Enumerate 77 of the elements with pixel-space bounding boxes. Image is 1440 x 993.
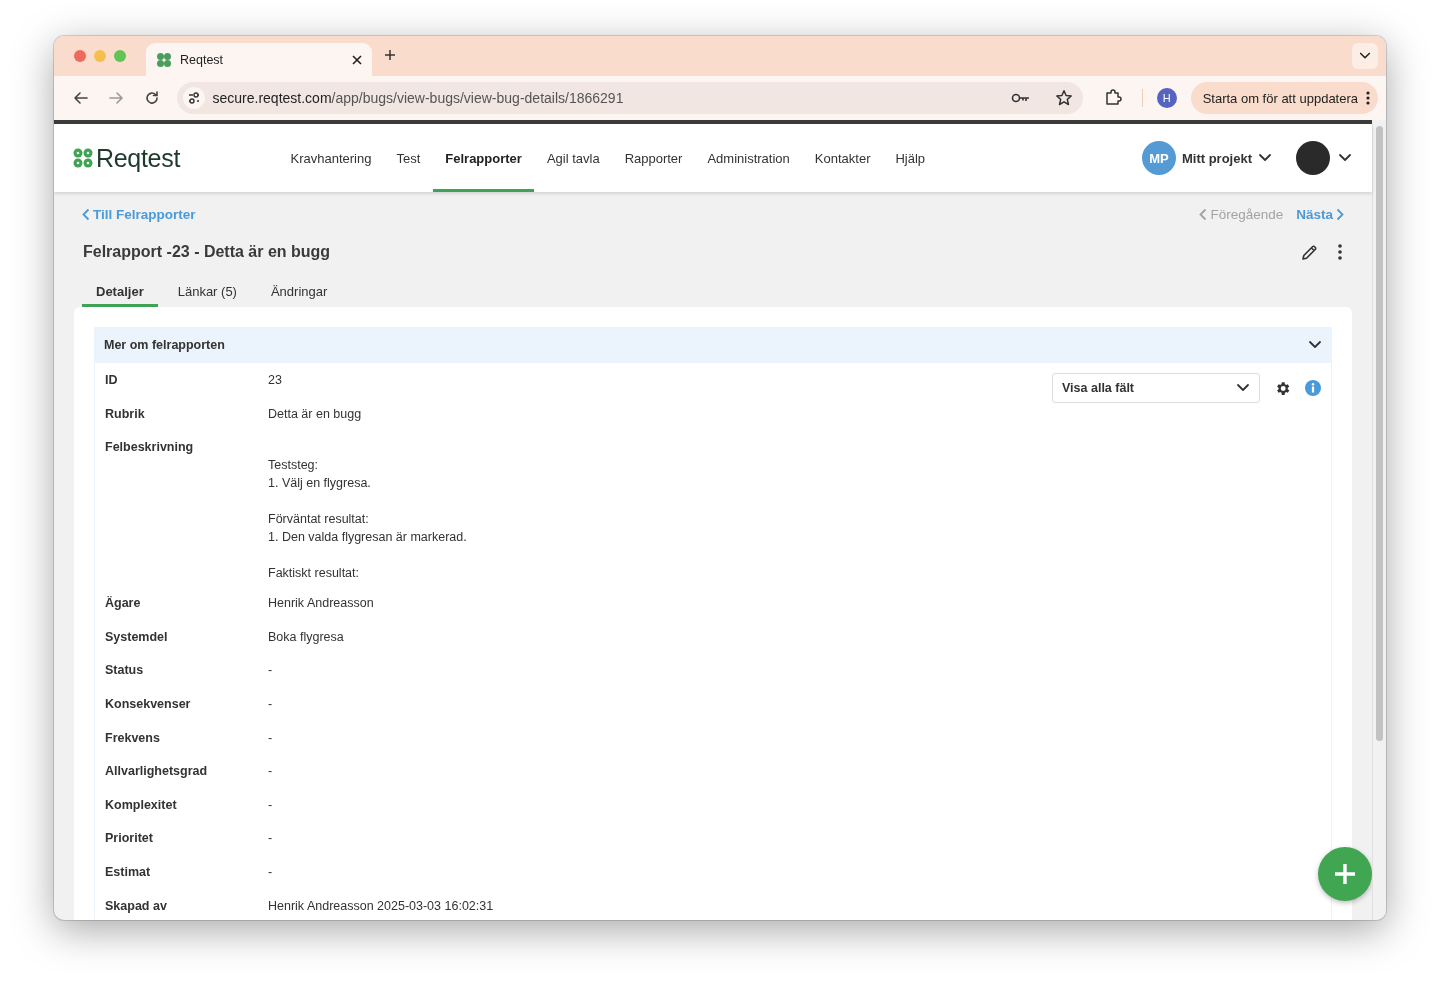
chevron-right-icon [1336,207,1344,221]
star-icon [1054,89,1073,107]
nav-tab[interactable]: Kravhantering [278,124,384,192]
arrow-left-icon [72,90,89,106]
reload-icon [143,90,160,106]
field-label: Estimat [105,864,152,879]
key-icon [1010,91,1031,105]
info-button[interactable] [1305,380,1321,396]
field-value: 23 [268,372,282,389]
field-label: Konsekvenser [105,696,192,711]
avatar-placeholder [1296,141,1330,175]
nav-tab[interactable]: Hjälp [882,124,938,192]
field-label: ID [105,373,119,387]
project-name: Mitt projekt [1181,150,1252,166]
more-vertical-icon [1366,91,1370,105]
field-value: - [268,830,273,848]
nav-tab[interactable]: Administration [694,124,803,192]
field-value: - [268,662,273,680]
chevron-left-icon [82,207,90,221]
close-icon [352,54,362,65]
logo-text: Reqtest [96,143,181,173]
plus-icon [384,49,396,61]
field-value: Teststeg: 1. Välj en flygresa. Förväntat resultat: 1. Den valda flygresan är markerad. Faktiskt resultat: [268,457,467,583]
tab[interactable]: Ändringar [256,280,342,307]
more-button[interactable] [1338,244,1342,260]
settings-button[interactable] [1274,379,1291,397]
field-value: - [268,863,273,881]
field-label: Status [105,663,145,678]
nav-tab[interactable]: Felrapporter [432,124,535,192]
field-label: Ägare [105,596,142,611]
field-filter-dropdown[interactable]: Visa alla fält [1052,373,1260,403]
field-value: - [268,763,273,781]
plus-icon [1333,862,1357,886]
field-value: Detta är en bugg [268,405,362,423]
field-label: Felbeskrivning [105,440,195,455]
info-icon [1305,380,1321,396]
field-label: Frekvens [105,730,161,745]
project-avatar: MP [1141,141,1176,175]
field-value: Henrik Andreasson 2025-03-03 16:02:31 [268,897,494,915]
add-button[interactable] [1318,847,1372,901]
puzzle-icon [1104,89,1123,107]
tab[interactable]: Länkar (5) [163,280,251,307]
project-selector[interactable]: MP Mitt projekt [1141,141,1272,175]
edit-button[interactable] [1301,243,1318,261]
field-label: Rubrik [105,406,146,421]
scrollbar-thumb[interactable] [1376,126,1383,741]
update-button[interactable]: Starta om för att uppdatera [1190,82,1378,114]
clover-icon [156,51,172,68]
user-menu[interactable] [1296,141,1352,175]
nav-tab[interactable]: Agil tavla [534,124,613,192]
browser-tab[interactable]: Reqtest [146,43,372,76]
field-value: - [268,796,273,814]
nav-tab[interactable]: Test [383,124,433,192]
nav-tab[interactable]: Rapporter [612,124,695,192]
tab-search-button[interactable] [1352,43,1378,69]
site-settings-icon [182,87,205,109]
field-label: Skapad av [105,898,168,913]
field-value: - [268,695,273,713]
field-label: Allvarlighetsgrad [105,764,209,779]
profile-avatar[interactable]: H [1157,88,1177,108]
nav-tab[interactable]: Kontakter [802,124,883,192]
field-value: Henrik Andreasson [268,595,374,613]
more-vertical-icon [1338,244,1342,260]
field-label: Prioritet [105,831,154,846]
field-label: Komplexitet [105,797,178,812]
section-header[interactable]: Mer om felrapporten [94,327,1332,363]
pencil-icon [1301,243,1318,261]
page-title: Felrapport -23 - Detta är en bugg [83,243,332,261]
clover-logo-icon [72,147,94,169]
field-label: Systemdel [105,629,169,644]
settings-icon [1274,379,1291,397]
url-text: secure.reqtest.com/app/bugs/view-bugs/view-bug-details/1866291 [212,90,625,106]
field-value: Boka flygresa [268,628,344,646]
arrow-right-icon [108,90,125,106]
chevron-left-icon [1199,207,1208,221]
field-value: - [268,729,273,747]
address-bar[interactable]: secure.reqtest.com/app/bugs/view-bugs/view-bug-details/1866291 [176,82,1083,114]
